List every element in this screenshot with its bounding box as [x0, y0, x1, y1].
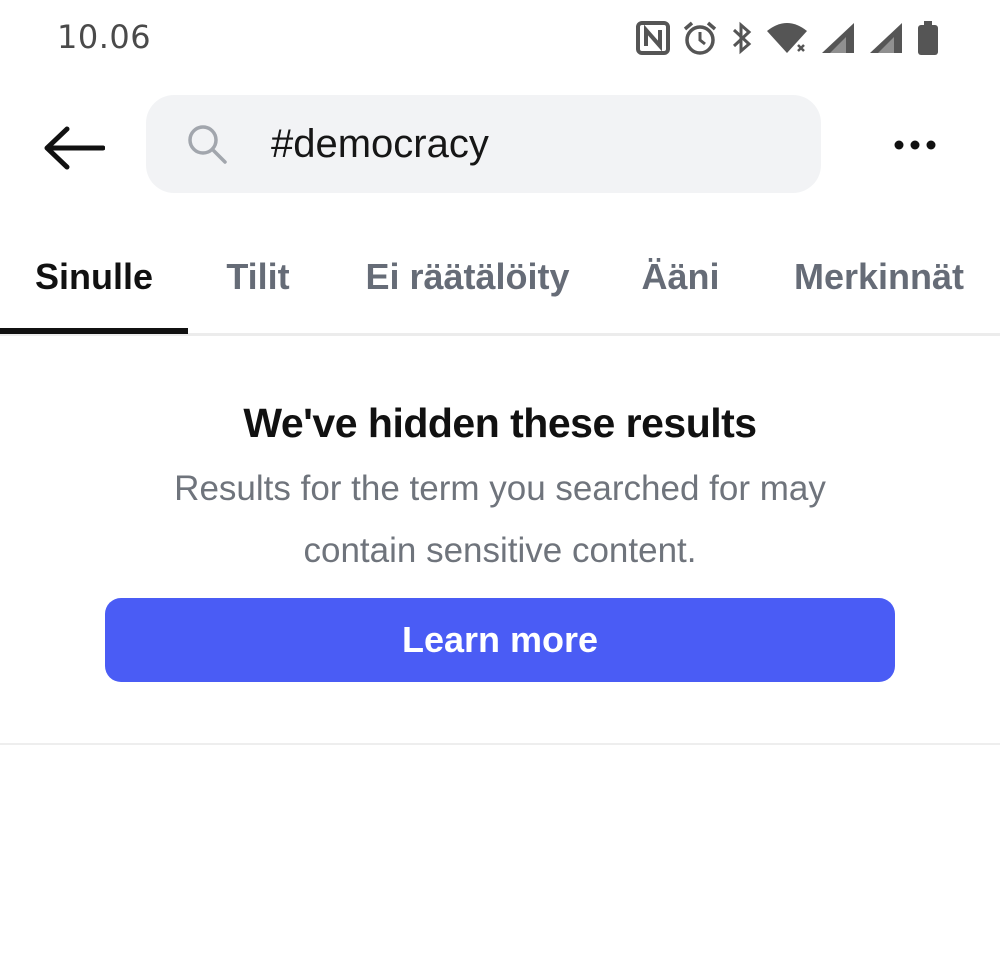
learn-more-button[interactable]: Learn more [105, 598, 895, 682]
signal-icon [868, 21, 904, 55]
active-tab-indicator [0, 328, 188, 334]
arrow-left-icon [43, 126, 106, 175]
wifi-icon [766, 21, 808, 55]
back-button[interactable] [36, 122, 112, 178]
search-input[interactable] [271, 119, 791, 169]
search-box[interactable] [146, 95, 821, 193]
battery-icon [916, 20, 940, 56]
status-bar: 10.06 [0, 0, 1000, 80]
tab-sinulle[interactable]: Sinulle [0, 238, 188, 333]
signal-icon [820, 21, 856, 55]
alarm-icon [682, 20, 718, 56]
notice-title: We've hidden these results [243, 400, 757, 446]
search-tabs: Sinulle Tilit Ei räätälöity Ääni Merkinn… [0, 238, 1000, 336]
nfc-icon [636, 20, 670, 56]
tab-aani[interactable]: Ääni [628, 238, 733, 333]
tab-tilit[interactable]: Tilit [208, 238, 308, 333]
status-icons [636, 18, 940, 58]
notice-body: Results for the term you searched for ma… [174, 469, 826, 570]
more-options-button[interactable] [880, 122, 950, 172]
divider [0, 743, 1000, 745]
status-time: 10.06 [57, 18, 152, 56]
tab-merkinnat[interactable]: Merkinnät [780, 238, 978, 333]
bluetooth-icon [730, 20, 754, 56]
more-horizontal-icon [893, 138, 937, 156]
tab-ei-raatalöity[interactable]: Ei räätälöity [350, 238, 585, 333]
search-icon [186, 123, 228, 165]
